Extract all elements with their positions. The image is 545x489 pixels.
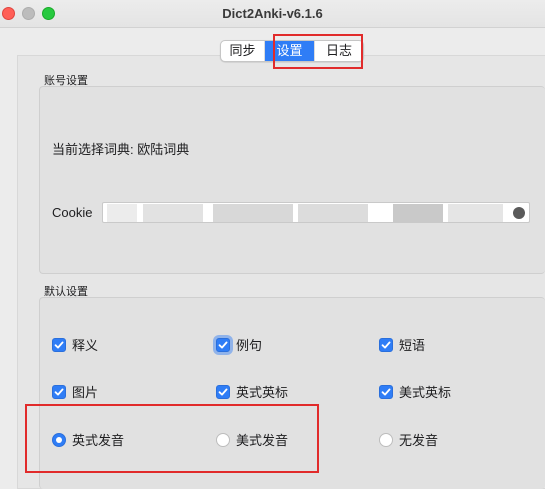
tab-sync[interactable]: 同步 <box>221 41 265 61</box>
british-phonetic-checkbox-label: 英式英标 <box>236 385 289 400</box>
checkmark-icon <box>52 337 66 352</box>
british-pronunciation-radio[interactable]: 英式发音 <box>52 430 124 449</box>
redacted-cookie-segment <box>107 204 137 222</box>
checkmark-icon <box>379 337 393 352</box>
current-dictionary-text: 当前选择词典: 欧陆词典 <box>52 142 190 157</box>
radio-selected-icon <box>52 432 66 447</box>
british-phonetic-checkbox[interactable]: 英式英标 <box>216 382 288 401</box>
phrase-checkbox[interactable]: 短语 <box>379 335 425 354</box>
cookie-input[interactable] <box>102 202 530 223</box>
image-checkbox[interactable]: 图片 <box>52 382 98 401</box>
redacted-cookie-segment <box>143 204 203 222</box>
redacted-cookie-segment <box>448 204 503 222</box>
cookie-field-end-icon <box>513 207 525 219</box>
tab-settings[interactable]: 设置 <box>265 41 315 61</box>
cookie-label: Cookie <box>52 205 93 220</box>
american-phonetic-checkbox[interactable]: 美式英标 <box>379 382 451 401</box>
definition-checkbox-label: 释义 <box>72 338 99 353</box>
default-settings-group <box>39 297 545 489</box>
american-pronunciation-radio-label: 美式发音 <box>236 433 289 448</box>
redacted-cookie-segment <box>213 204 293 222</box>
phrase-checkbox-label: 短语 <box>399 338 426 353</box>
image-checkbox-label: 图片 <box>72 385 99 400</box>
example-sentence-checkbox-label: 例句 <box>236 338 263 353</box>
redacted-cookie-segment <box>298 204 368 222</box>
account-settings-group <box>39 86 545 274</box>
american-phonetic-checkbox-label: 美式英标 <box>399 385 452 400</box>
no-pronunciation-radio[interactable]: 无发音 <box>379 430 438 449</box>
no-pronunciation-radio-label: 无发音 <box>399 433 439 448</box>
window-title: Dict2Anki-v6.1.6 <box>222 6 323 21</box>
checkmark-icon <box>216 384 230 399</box>
checkmark-icon <box>52 384 66 399</box>
title-bar: Dict2Anki-v6.1.6 <box>0 0 545 28</box>
definition-checkbox[interactable]: 释义 <box>52 335 98 354</box>
redacted-cookie-segment <box>393 204 443 222</box>
british-pronunciation-radio-label: 英式发音 <box>72 433 125 448</box>
american-pronunciation-radio[interactable]: 美式发音 <box>216 430 288 449</box>
tab-log[interactable]: 日志 <box>315 41 363 61</box>
radio-unselected-icon <box>216 432 230 447</box>
checkmark-icon <box>379 384 393 399</box>
checkmark-icon <box>216 337 230 352</box>
example-sentence-checkbox[interactable]: 例句 <box>216 335 262 354</box>
radio-unselected-icon <box>379 432 393 447</box>
tab-bar: 同步 设置 日志 <box>220 40 364 62</box>
